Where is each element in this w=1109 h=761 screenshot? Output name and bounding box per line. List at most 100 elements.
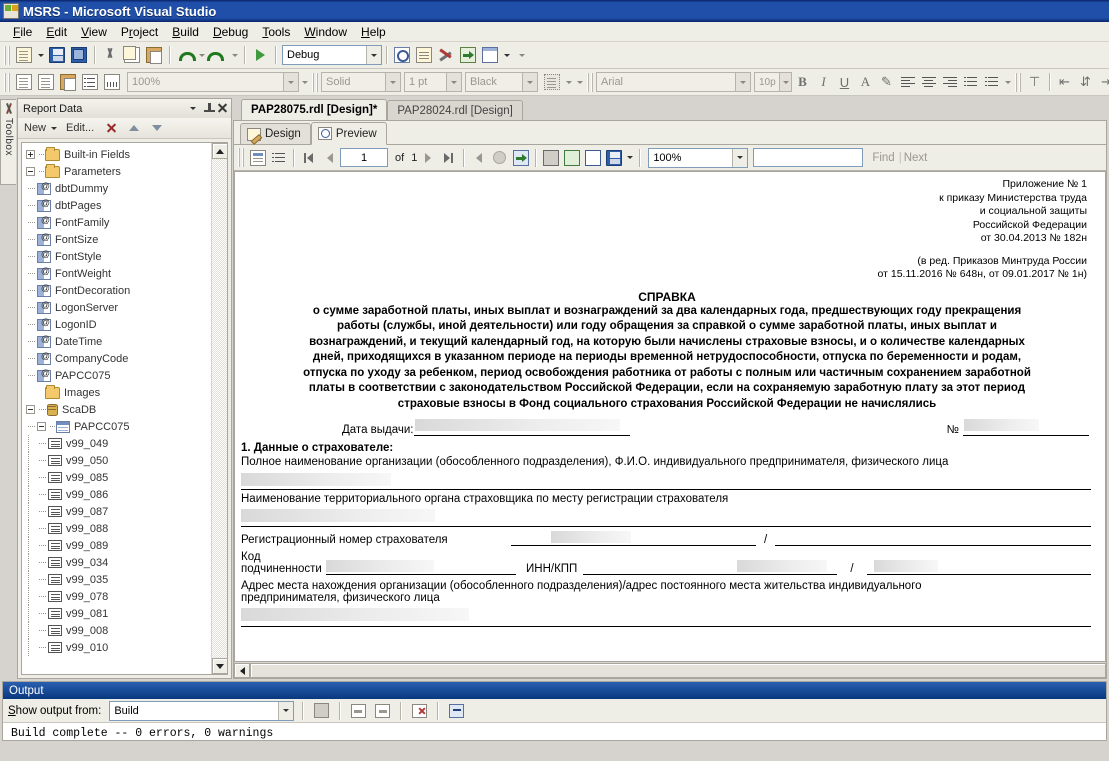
expand-icon[interactable] (26, 150, 35, 159)
tree-node-logonserver[interactable]: LogonServer (26, 299, 211, 316)
tree-node-v99-078[interactable]: v99_078 (26, 588, 211, 605)
font-size-combo[interactable]: 10p (754, 72, 792, 92)
toolbar-overflow-icon[interactable] (516, 44, 527, 66)
new-project-icon[interactable] (13, 44, 35, 66)
report-zoom-combo[interactable]: 100% (127, 72, 299, 92)
new-button[interactable]: New (22, 121, 48, 135)
menu-item-build[interactable]: Build (165, 23, 206, 41)
toolbar-overflow-icon[interactable] (299, 71, 310, 93)
tree-node-fontfamily[interactable]: FontFamily (26, 214, 211, 231)
output-text[interactable]: Build complete -- 0 errors, 0 warnings (3, 723, 1106, 740)
line-style-combo[interactable]: Solid (321, 72, 401, 92)
tree-node-v99-035[interactable]: v99_035 (26, 571, 211, 588)
document-map-icon[interactable] (247, 147, 268, 168)
next-page-button[interactable] (417, 147, 438, 168)
report-preview-page[interactable]: Приложение № 1 к приказу Министерства тр… (234, 171, 1106, 662)
italic-button[interactable]: I (813, 72, 834, 93)
tree-node-v99-085[interactable]: v99_085 (26, 469, 211, 486)
navigate-icon[interactable] (457, 44, 479, 66)
document-tab-pap28075[interactable]: PAP28075.rdl [Design]* (241, 99, 388, 120)
paste-icon[interactable] (143, 44, 165, 66)
find-input[interactable] (753, 148, 864, 167)
toolbar-grip[interactable] (4, 72, 11, 92)
properties-window-icon[interactable] (413, 44, 435, 66)
menu-item-file[interactable]: FFileile (6, 23, 39, 41)
tree-node-scadb[interactable]: ScaDB (26, 401, 211, 418)
tree-node-papcc075[interactable]: PAPCC075 (26, 367, 211, 384)
report-group-icon[interactable] (57, 71, 79, 93)
auto-hide-pin-icon[interactable] (203, 102, 216, 115)
report-body-icon[interactable] (35, 71, 57, 93)
tree-node-parameters[interactable]: Parameters (26, 163, 211, 180)
scroll-up-button[interactable] (211, 143, 227, 159)
move-down-icon[interactable] (152, 125, 163, 131)
last-page-button[interactable] (438, 147, 459, 168)
align-center-icon[interactable] (918, 72, 939, 93)
command-window-icon[interactable] (479, 44, 501, 66)
collapse-icon[interactable] (26, 405, 35, 414)
go-to-next-message-icon[interactable] (372, 701, 392, 721)
toolbar-grip[interactable] (1015, 72, 1022, 92)
font-family-combo[interactable]: Arial (596, 72, 751, 92)
undo-dropdown-icon[interactable] (196, 44, 207, 66)
border-dropdown-icon[interactable] (563, 71, 574, 93)
align-centers-icon[interactable]: ⇵ (1075, 72, 1096, 93)
tree-node-fontstyle[interactable]: FontStyle (26, 248, 211, 265)
page-horizontal-scrollbar[interactable] (234, 662, 1106, 678)
align-top-icon[interactable]: ⊤ (1024, 72, 1045, 93)
report-list-icon[interactable] (79, 71, 101, 93)
refresh-icon[interactable] (510, 147, 531, 168)
toolbar-overflow-icon[interactable] (574, 71, 585, 93)
menu-item-edit[interactable]: Edit (39, 23, 74, 41)
scroll-down-button[interactable] (211, 658, 227, 674)
report-data-tree[interactable]: Built-in Fields Parameters dbtDummy dbtPage… (22, 143, 211, 674)
tree-node-v99-089[interactable]: v99_089 (26, 537, 211, 554)
tree-node-v99-081[interactable]: v99_081 (26, 605, 211, 622)
find-next-button[interactable]: Next (904, 152, 928, 164)
tree-node-dbtdummy[interactable]: dbtDummy (26, 180, 211, 197)
ruler-icon[interactable] (101, 71, 123, 93)
align-left-icon[interactable] (897, 72, 918, 93)
hscroll-thumb[interactable] (250, 663, 1106, 678)
menu-item-help[interactable]: Help (354, 23, 393, 41)
export-icon[interactable] (603, 147, 624, 168)
line-width-combo[interactable]: 1 pt (404, 72, 462, 92)
page-number-input[interactable]: 1 (340, 148, 388, 167)
page-setup-icon[interactable] (582, 147, 603, 168)
command-window-dropdown-icon[interactable] (501, 44, 512, 66)
tree-node-v99-049[interactable]: v99_049 (26, 435, 211, 452)
toggle-word-wrap-icon[interactable] (446, 701, 466, 721)
menu-item-tools[interactable]: Tools (255, 23, 297, 41)
save-all-icon[interactable] (68, 44, 90, 66)
redo-dropdown-icon[interactable] (229, 44, 240, 66)
toolbox-tab[interactable]: Toolbox (0, 99, 16, 185)
align-lefts-icon[interactable]: ⇤ (1054, 72, 1075, 93)
font-color-icon[interactable]: A (855, 72, 876, 93)
tree-node-dbtpages[interactable]: dbtPages (26, 197, 211, 214)
tree-node-v99-034[interactable]: v99_034 (26, 554, 211, 571)
tree-node-fontsize[interactable]: FontSize (26, 231, 211, 248)
menu-item-view[interactable]: View (74, 23, 114, 41)
toolbar-grip[interactable] (587, 72, 594, 92)
hscroll-left-button[interactable] (234, 663, 250, 678)
copy-icon[interactable] (121, 44, 143, 66)
new-dropdown-icon[interactable] (51, 126, 58, 130)
stop-rendering-icon[interactable] (489, 147, 510, 168)
clear-all-icon[interactable] (409, 701, 429, 721)
tab-preview[interactable]: Preview (310, 122, 387, 145)
toolbar-grip[interactable] (312, 72, 319, 92)
tab-design[interactable]: Design (240, 123, 311, 144)
document-tab-pap28024[interactable]: PAP28024.rdl [Design] (387, 100, 523, 120)
bulleted-list-icon[interactable] (981, 72, 1002, 93)
tree-node-v99-086[interactable]: v99_086 (26, 486, 211, 503)
close-icon[interactable] (216, 102, 229, 115)
panel-menu-icon[interactable] (190, 107, 196, 110)
tree-node-fontdecoration[interactable]: FontDecoration (26, 282, 211, 299)
collapse-icon[interactable] (37, 422, 46, 431)
tree-node-datetime[interactable]: DateTime (26, 333, 211, 350)
line-color-combo[interactable]: Black (465, 72, 538, 92)
undo-icon[interactable] (174, 44, 196, 66)
tree-node-v99-010[interactable]: v99_010 (26, 639, 211, 656)
menu-item-window[interactable]: Window (297, 23, 354, 41)
tree-vertical-scrollbar[interactable] (211, 143, 227, 674)
